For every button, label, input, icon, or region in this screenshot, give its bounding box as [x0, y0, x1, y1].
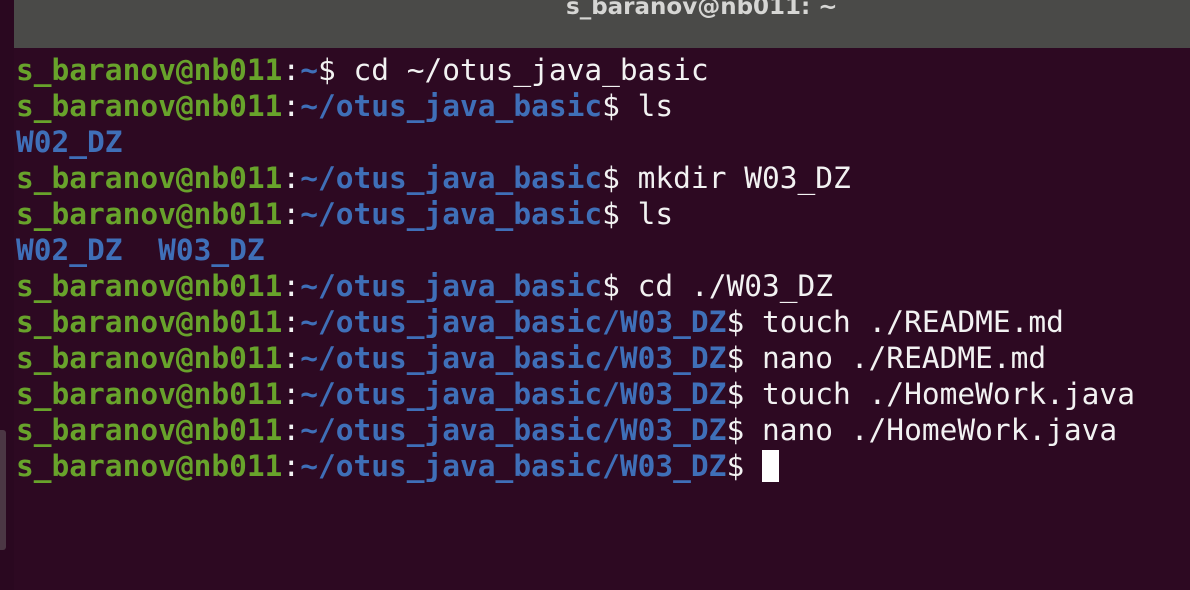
command-text: ls	[619, 197, 674, 231]
prompt-separator: :	[282, 53, 301, 87]
prompt-user: s_baranov@nb011	[16, 161, 283, 195]
resize-handle[interactable]	[0, 430, 6, 550]
command-text: cd ./W03_DZ	[619, 269, 834, 303]
command-text: mkdir W03_DZ	[619, 161, 851, 195]
text-cursor	[762, 450, 780, 482]
prompt-dollar: $	[602, 89, 620, 123]
prompt-separator: :	[282, 413, 301, 447]
prompt-separator: :	[282, 449, 301, 483]
window-title: s_baranov@nb011: ~	[566, 0, 838, 20]
terminal-window: s_baranov@nb011: ~ s_baranov@nb011:~$ cd…	[0, 0, 1190, 590]
prompt-user: s_baranov@nb011	[16, 377, 283, 411]
prompt-separator: :	[282, 197, 301, 231]
prompt-line: s_baranov@nb011:~$ cd ~/otus_java_basic	[16, 52, 1190, 88]
terminal-output[interactable]: s_baranov@nb011:~$ cd ~/otus_java_basic s…	[16, 52, 1190, 590]
prompt-user: s_baranov@nb011	[16, 197, 283, 231]
prompt-dollar: $	[726, 377, 745, 411]
prompt-path: ~/otus_java_basic	[300, 89, 603, 123]
prompt-user: s_baranov@nb011	[16, 449, 283, 483]
prompt-path: ~/otus_java_basic	[300, 161, 603, 195]
command-text: touch ./README.md	[744, 305, 1064, 339]
prompt-user: s_baranov@nb011	[16, 89, 283, 123]
prompt-user: s_baranov@nb011	[16, 413, 283, 447]
prompt-path: ~/otus_java_basic/W03_DZ	[300, 305, 727, 339]
prompt-dollar: $	[602, 269, 620, 303]
prompt-dollar: $	[726, 305, 745, 339]
title-bar[interactable]: s_baranov@nb011: ~	[14, 0, 1190, 48]
window-left-edge	[0, 0, 14, 590]
prompt-dollar: $	[726, 413, 745, 447]
prompt-separator: :	[282, 89, 301, 123]
prompt-path: ~/otus_java_basic/W03_DZ	[300, 413, 727, 447]
prompt-separator: :	[282, 305, 301, 339]
command-text: nano ./HomeWork.java	[744, 413, 1118, 447]
prompt-path: ~/otus_java_basic/W03_DZ	[300, 377, 727, 411]
prompt-user: s_baranov@nb011	[16, 341, 283, 375]
output-line: W02_DZ	[16, 124, 1190, 160]
output-line: W02_DZ W03_DZ	[16, 232, 1190, 268]
command-text: touch ./HomeWork.java	[744, 377, 1135, 411]
prompt-dollar: $	[317, 53, 336, 87]
prompt-separator: :	[282, 377, 301, 411]
prompt-line: s_baranov@nb011:~/otus_java_basic$ mkdir…	[16, 160, 1190, 196]
prompt-dollar: $	[726, 341, 745, 375]
prompt-path: ~/otus_java_basic	[300, 269, 603, 303]
prompt-line: s_baranov@nb011:~/otus_java_basic/W03_DZ…	[16, 412, 1190, 448]
command-text: ls	[619, 89, 674, 123]
prompt-path: ~	[300, 53, 318, 87]
prompt-line: s_baranov@nb011:~/otus_java_basic$ cd ./…	[16, 268, 1190, 304]
prompt-line: s_baranov@nb011:~/otus_java_basic/W03_DZ…	[16, 448, 1190, 484]
prompt-line: s_baranov@nb011:~/otus_java_basic/W03_DZ…	[16, 340, 1190, 376]
prompt-path: ~/otus_java_basic	[300, 197, 603, 231]
prompt-user: s_baranov@nb011	[16, 53, 283, 87]
directory-listing: W02_DZ	[16, 125, 123, 159]
command-text: cd ~/otus_java_basic	[335, 53, 709, 87]
prompt-user: s_baranov@nb011	[16, 305, 283, 339]
prompt-user: s_baranov@nb011	[16, 269, 283, 303]
prompt-dollar: $	[726, 449, 745, 483]
prompt-separator: :	[282, 269, 301, 303]
directory-listing: W02_DZ W03_DZ	[16, 233, 265, 267]
prompt-separator: :	[282, 161, 301, 195]
prompt-path: ~/otus_java_basic/W03_DZ	[300, 449, 727, 483]
prompt-line: s_baranov@nb011:~/otus_java_basic$ ls	[16, 196, 1190, 232]
prompt-line: s_baranov@nb011:~/otus_java_basic/W03_DZ…	[16, 304, 1190, 340]
prompt-separator: :	[282, 341, 301, 375]
prompt-line: s_baranov@nb011:~/otus_java_basic$ ls	[16, 88, 1190, 124]
prompt-dollar: $	[602, 197, 620, 231]
command-text: nano ./README.md	[744, 341, 1047, 375]
prompt-line: s_baranov@nb011:~/otus_java_basic/W03_DZ…	[16, 376, 1190, 412]
prompt-path: ~/otus_java_basic/W03_DZ	[300, 341, 727, 375]
prompt-dollar: $	[602, 161, 620, 195]
